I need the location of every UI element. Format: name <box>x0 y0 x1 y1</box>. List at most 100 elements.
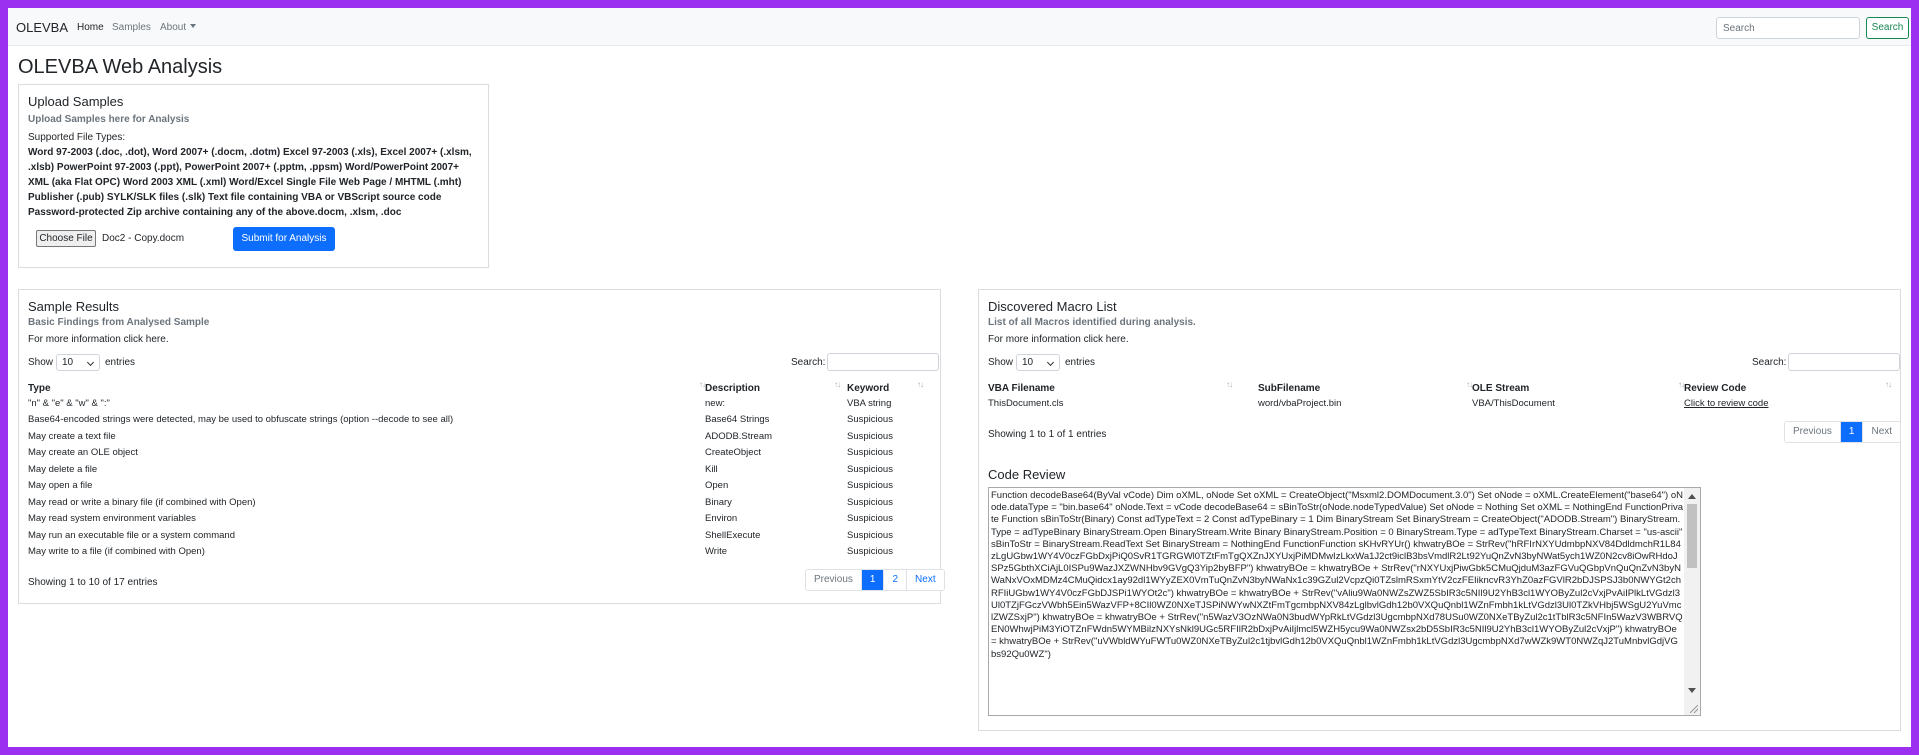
cell-type: May read system environment variables <box>28 513 196 524</box>
cell-type: May open a file <box>28 480 93 491</box>
nav-samples[interactable]: Samples <box>112 22 151 33</box>
types-line: Publisher (.pub) SYLK/SLK files (.slk) T… <box>28 192 442 203</box>
resize-handle-icon[interactable] <box>1690 705 1698 713</box>
pager-page-1[interactable]: 1 <box>1840 422 1864 442</box>
macros-pagination: Previous 1 Next <box>1784 421 1902 443</box>
review-code-link[interactable]: Click to review code <box>1684 398 1768 409</box>
pager-previous[interactable]: Previous <box>1785 422 1841 442</box>
sort-icon[interactable]: ↑↓ <box>917 380 924 389</box>
cell-keyword: Suspicious <box>847 546 893 557</box>
cell-description: Write <box>705 546 727 557</box>
pager-next[interactable]: Next <box>907 570 944 590</box>
entries-label: entries <box>105 357 136 368</box>
col-description[interactable]: Description <box>705 383 760 394</box>
cell-description: ShellExecute <box>705 530 761 541</box>
col-type[interactable]: Type <box>28 383 51 394</box>
macros-summary: Showing 1 to 1 of 1 entries <box>988 429 1107 440</box>
table-search-label: Search: <box>791 357 826 368</box>
navbar: OLEVBA Home Samples About Search <box>8 8 1911 46</box>
cell-vba-filename: ThisDocument.cls <box>988 398 1064 409</box>
types-line: Word 97-2003 (.doc, .dot), Word 2007+ (.… <box>28 147 472 158</box>
scroll-up-icon[interactable] <box>1688 494 1696 499</box>
cell-description: new: <box>705 398 726 409</box>
search-input[interactable] <box>1716 17 1860 39</box>
sort-icon[interactable]: ↑↓ <box>1226 380 1233 389</box>
macros-subtitle: List of all Macros identified during ana… <box>988 317 1196 328</box>
code-review-textarea[interactable]: Function decodeBase64(ByVal vCode) Dim o… <box>988 487 1701 716</box>
cell-description: Binary <box>705 497 732 508</box>
cell-description: Open <box>705 480 729 491</box>
code-text: Function decodeBase64(ByVal vCode) Dim o… <box>991 490 1683 660</box>
show-label: Show <box>28 357 54 368</box>
code-scrollbar[interactable] <box>1684 488 1700 715</box>
cell-keyword: Suspicious <box>847 431 893 442</box>
table-search-label: Search: <box>1752 357 1787 368</box>
entries-select-value: 10 <box>1022 357 1034 368</box>
sort-icon[interactable]: ↑↓ <box>834 380 841 389</box>
entries-select[interactable]: 10 <box>1016 354 1060 371</box>
pager-page-2[interactable]: 2 <box>884 570 908 590</box>
macros-title: Discovered Macro List <box>988 299 1117 314</box>
upload-title: Upload Samples <box>28 94 124 109</box>
col-ole-stream[interactable]: OLE Stream <box>1472 383 1529 394</box>
navbar-brand[interactable]: OLEVBA <box>16 20 68 35</box>
entries-select[interactable]: 10 <box>56 354 100 371</box>
cell-keyword: Suspicious <box>847 497 893 508</box>
macro-list-card: Discovered Macro List List of all Macros… <box>978 289 1902 731</box>
cell-keyword: Suspicious <box>847 480 893 491</box>
col-keyword[interactable]: Keyword <box>847 383 889 394</box>
choose-file-button[interactable]: Choose File <box>36 230 96 247</box>
pager-next[interactable]: Next <box>1863 422 1901 442</box>
nav-about-label: About <box>160 22 187 33</box>
upload-subtitle: Upload Samples here for Analysis <box>28 114 190 125</box>
cell-keyword: Suspicious <box>847 530 893 541</box>
col-subfilename[interactable]: SubFilename <box>1258 383 1320 394</box>
supported-label: Supported File Types: <box>28 132 126 143</box>
sample-results-card: Sample Results Basic Findings from Analy… <box>18 289 945 604</box>
code-review-title: Code Review <box>988 467 1066 482</box>
search-button[interactable]: Search <box>1866 17 1909 39</box>
cell-subfilename: word/vbaProject.bin <box>1258 398 1342 409</box>
chevron-down-icon <box>86 358 95 367</box>
table-search-input[interactable] <box>827 353 939 371</box>
scrollbar-thumb[interactable] <box>1687 504 1697 568</box>
cell-description: Base64 Strings <box>705 414 770 425</box>
types-line: .xlsb) PowerPoint 97-2003 (.ppt), PowerP… <box>28 162 460 173</box>
results-info[interactable]: For more information click here. <box>28 334 169 345</box>
nav-home[interactable]: Home <box>77 22 104 33</box>
submit-analysis-button[interactable]: Submit for Analysis <box>233 227 335 251</box>
sort-icon[interactable]: ↑↓ <box>1885 380 1892 389</box>
scroll-down-icon[interactable] <box>1688 688 1696 693</box>
table-search-input[interactable] <box>1788 353 1900 371</box>
results-title: Sample Results <box>28 299 120 314</box>
entries-select-value: 10 <box>62 357 74 368</box>
browser-page: OLEVBA Home Samples About Search OLEVBA … <box>8 8 1911 747</box>
cell-type: May read or write a binary file (if comb… <box>28 497 256 508</box>
chevron-down-icon <box>1046 358 1055 367</box>
cell-description: ADODB.Stream <box>705 431 773 442</box>
cell-keyword: Suspicious <box>847 464 893 475</box>
cell-type: May delete a file <box>28 464 98 475</box>
pager-previous[interactable]: Previous <box>806 570 862 590</box>
cell-type: May write to a file (if combined with Op… <box>28 546 205 557</box>
pager-page-1[interactable]: 1 <box>861 570 885 590</box>
results-summary: Showing 1 to 10 of 17 entries <box>28 577 158 588</box>
col-vba-filename[interactable]: VBA Filename <box>988 383 1055 394</box>
upload-card: Upload Samples Upload Samples here for A… <box>18 84 489 268</box>
chevron-down-icon <box>190 24 197 28</box>
col-review-code[interactable]: Review Code <box>1684 383 1746 394</box>
types-line: Password-protected Zip archive containin… <box>28 207 402 218</box>
cell-ole-stream: VBA/ThisDocument <box>1472 398 1555 409</box>
nav-about[interactable]: About <box>160 22 197 33</box>
cell-description: CreateObject <box>705 447 761 458</box>
macros-info[interactable]: For more information click here. <box>988 334 1129 345</box>
cell-keyword: Suspicious <box>847 414 893 425</box>
cell-keyword: Suspicious <box>847 447 893 458</box>
cell-description: Environ <box>705 513 738 524</box>
cell-keyword: Suspicious <box>847 513 893 524</box>
cell-keyword: VBA string <box>847 398 892 409</box>
cell-type: Base64-encoded strings were detected, ma… <box>28 414 454 425</box>
cell-type: May create an OLE object <box>28 447 138 458</box>
selected-file-name: Doc2 - Copy.docm <box>102 233 185 244</box>
cell-type: May create a text file <box>28 431 116 442</box>
